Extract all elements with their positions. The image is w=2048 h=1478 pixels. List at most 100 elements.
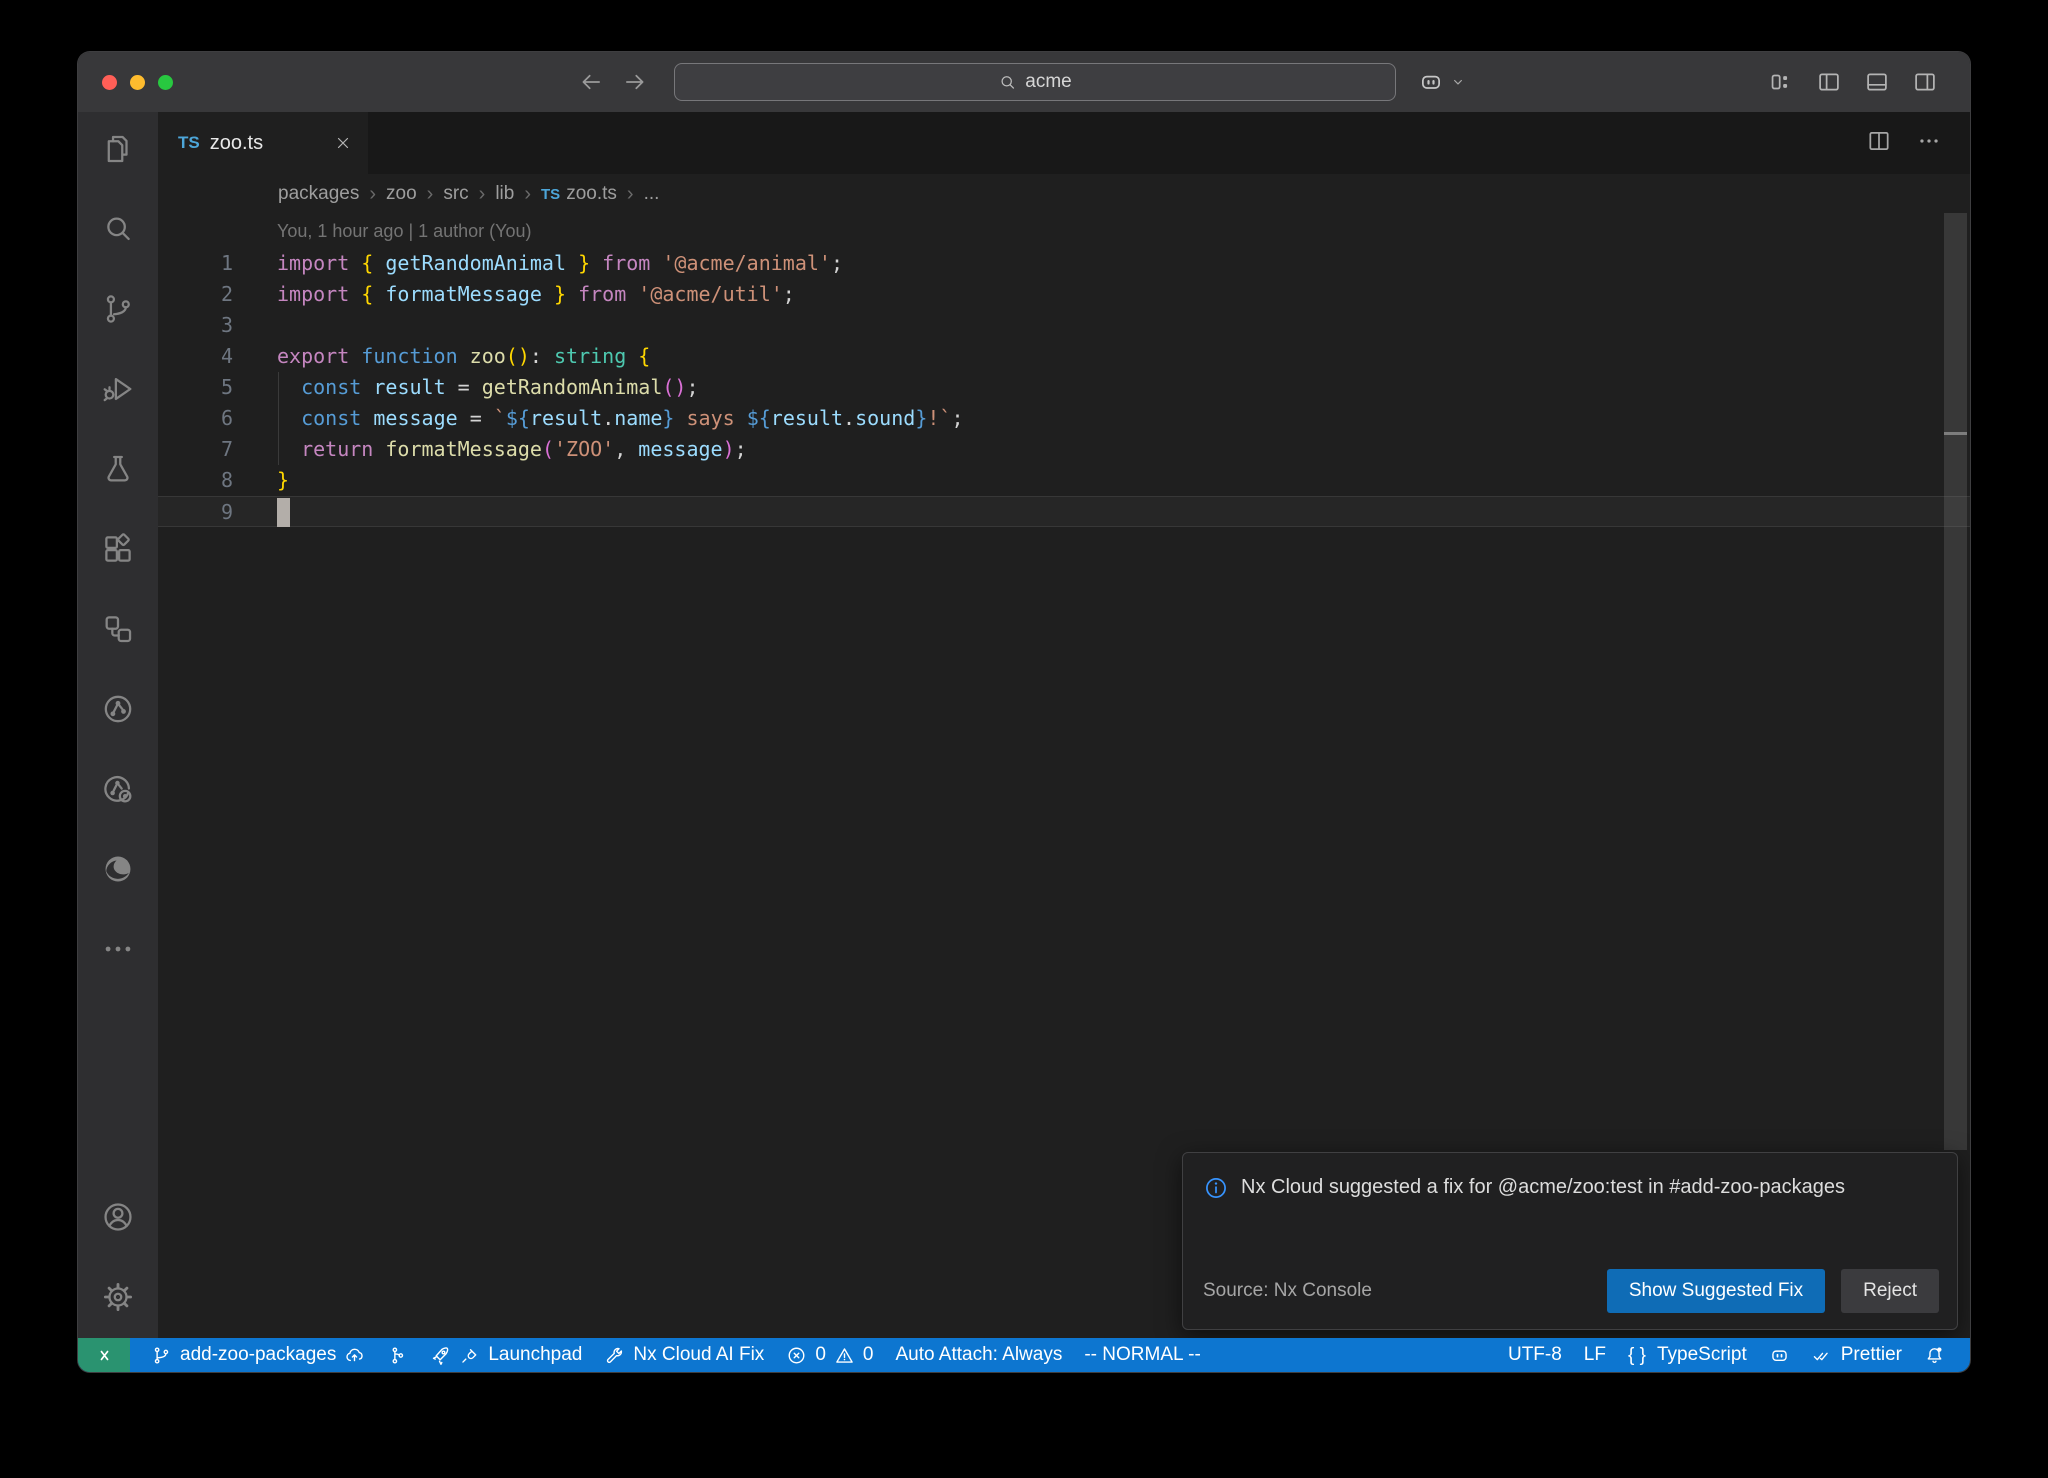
code-line[interactable]: 1import { getRandomAnimal } from '@acme/…: [158, 248, 1970, 279]
tab-zoo-ts[interactable]: TS zoo.ts: [158, 112, 368, 174]
toggle-secondary-sidebar-button[interactable]: [1912, 69, 1938, 95]
arrow-left-icon[interactable]: [578, 69, 604, 95]
launchpad-button[interactable]: Launchpad: [419, 1338, 593, 1372]
breadcrumb-separator: ›: [369, 183, 376, 206]
more-actions-icon: [1916, 128, 1942, 154]
code-text: return formatMessage('ZOO', message);: [233, 434, 747, 465]
testing-button[interactable]: [101, 452, 135, 486]
testing-flask-icon: [101, 452, 135, 486]
branch-button[interactable]: add-zoo-packages: [140, 1338, 376, 1372]
files-icon: [101, 132, 135, 166]
nx-cloud-button[interactable]: [101, 772, 135, 806]
code-lines: 1import { getRandomAnimal } from '@acme/…: [158, 248, 1970, 527]
breadcrumb-item-src[interactable]: src: [443, 183, 468, 205]
arrow-right-icon[interactable]: [622, 69, 648, 95]
code-line[interactable]: 5 const result = getRandomAnimal();: [158, 372, 1970, 403]
tab-close-button[interactable]: [334, 134, 352, 152]
account-icon: [101, 1200, 135, 1234]
eol-button[interactable]: LF: [1573, 1338, 1617, 1372]
indent-guide: [278, 403, 279, 434]
problems-button[interactable]: 00: [775, 1338, 884, 1372]
code-line[interactable]: 6 const message = `${result.name} says $…: [158, 403, 1970, 434]
typescript-file-icon: TS: [541, 186, 560, 203]
command-center-search[interactable]: acme: [674, 63, 1396, 101]
breadcrumb-item-zoots[interactable]: TSzoo.ts: [541, 183, 617, 205]
git-graph-button[interactable]: [376, 1338, 419, 1372]
breadcrumb: packages›zoo›src›lib›TSzoo.ts›...: [158, 174, 1970, 214]
show-suggested-fix-button[interactable]: Show Suggested Fix: [1607, 1269, 1825, 1313]
workspace-icon: [101, 612, 135, 646]
encoding-button[interactable]: UTF-8: [1497, 1338, 1573, 1372]
remote-icon: [94, 1345, 115, 1366]
customize-layout-button[interactable]: [1768, 69, 1794, 95]
editor-scrollbar[interactable]: [1944, 213, 1967, 1150]
vim-mode-indicator[interactable]: -- NORMAL --: [1073, 1338, 1211, 1372]
extensions-button[interactable]: [101, 532, 135, 566]
notification-close-icon[interactable]: [1916, 1173, 1939, 1196]
additional-views-button[interactable]: [101, 932, 135, 966]
code-line[interactable]: 9: [158, 496, 1970, 527]
settings-button[interactable]: [101, 1280, 135, 1314]
source-control-button[interactable]: [101, 292, 135, 326]
notification-source: Source: Nx Console: [1203, 1280, 1372, 1302]
accounts-button[interactable]: [101, 1200, 135, 1234]
breadcrumb-item-[interactable]: ...: [644, 183, 660, 205]
line-number: 6: [158, 403, 233, 434]
code-line[interactable]: 7 return formatMessage('ZOO', message);: [158, 434, 1970, 465]
activity-bar-top: [101, 132, 135, 966]
more-icon: [101, 932, 135, 966]
search-button[interactable]: [101, 212, 135, 246]
line-number: 8: [158, 465, 233, 496]
nx-cloud-ai-fix-button[interactable]: Nx Cloud AI Fix: [593, 1338, 775, 1372]
code-line[interactable]: 2import { formatMessage } from '@acme/ut…: [158, 279, 1970, 310]
indent-guide: [278, 372, 279, 403]
close-window-button[interactable]: [102, 75, 117, 90]
breadcrumb-item-zoo[interactable]: zoo: [386, 183, 417, 205]
editor-actions: [1866, 112, 1970, 174]
run-debug-button[interactable]: [101, 372, 135, 406]
code-line[interactable]: 4export function zoo(): string {: [158, 341, 1970, 372]
breadcrumb-separator: ›: [627, 183, 634, 206]
breadcrumb-item-packages[interactable]: packages: [278, 183, 359, 205]
indent-guide: [278, 434, 279, 465]
copilot-menu-button[interactable]: [1418, 52, 1467, 112]
notification-settings-gear-icon[interactable]: [1875, 1173, 1898, 1196]
overview-ruler-cursor-marker: [1944, 432, 1967, 435]
notification-toast: Nx Cloud suggested a fix for @acme/zoo:t…: [1182, 1152, 1958, 1330]
code-line[interactable]: 3: [158, 310, 1970, 341]
formatter-button[interactable]: Prettier: [1801, 1338, 1913, 1372]
chevron-down-icon: [1449, 73, 1467, 91]
reject-button[interactable]: Reject: [1841, 1269, 1939, 1313]
layout-controls: [1768, 52, 1970, 112]
workspaces-button[interactable]: [101, 612, 135, 646]
cloud-upload-icon: [344, 1345, 365, 1366]
line-number: 1: [158, 248, 233, 279]
copilot-status-button[interactable]: [1758, 1338, 1801, 1372]
remote-indicator[interactable]: [78, 1338, 130, 1372]
edge-browser-button[interactable]: [101, 852, 135, 886]
nx-console-button[interactable]: [101, 692, 135, 726]
toggle-primary-sidebar-icon: [1816, 69, 1842, 95]
info-icon: [1203, 1175, 1229, 1201]
toggle-primary-sidebar-button[interactable]: [1816, 69, 1842, 95]
code-text: const result = getRandomAnimal();: [233, 372, 699, 403]
auto-attach-button[interactable]: Auto Attach: Always: [884, 1338, 1073, 1372]
warning-icon: [834, 1345, 855, 1366]
git-graph-icon: [387, 1345, 408, 1366]
code-line[interactable]: 8}: [158, 465, 1970, 496]
line-number: 4: [158, 341, 233, 372]
tab-bar: TS zoo.ts: [158, 112, 1970, 174]
breadcrumb-item-lib[interactable]: lib: [495, 183, 514, 205]
minimize-window-button[interactable]: [130, 75, 145, 90]
breadcrumb-separator: ›: [524, 183, 531, 206]
zoom-window-button[interactable]: [158, 75, 173, 90]
code-text: }: [233, 465, 289, 496]
explorer-button[interactable]: [101, 132, 135, 166]
notifications-bell-button[interactable]: [1913, 1338, 1956, 1372]
traffic-lights: [102, 52, 173, 112]
language-mode-button[interactable]: { }TypeScript: [1617, 1338, 1758, 1372]
code-text: [233, 310, 277, 341]
split-editor-button[interactable]: [1866, 128, 1892, 159]
toggle-panel-button[interactable]: [1864, 69, 1890, 95]
more-actions-button[interactable]: [1916, 128, 1942, 159]
